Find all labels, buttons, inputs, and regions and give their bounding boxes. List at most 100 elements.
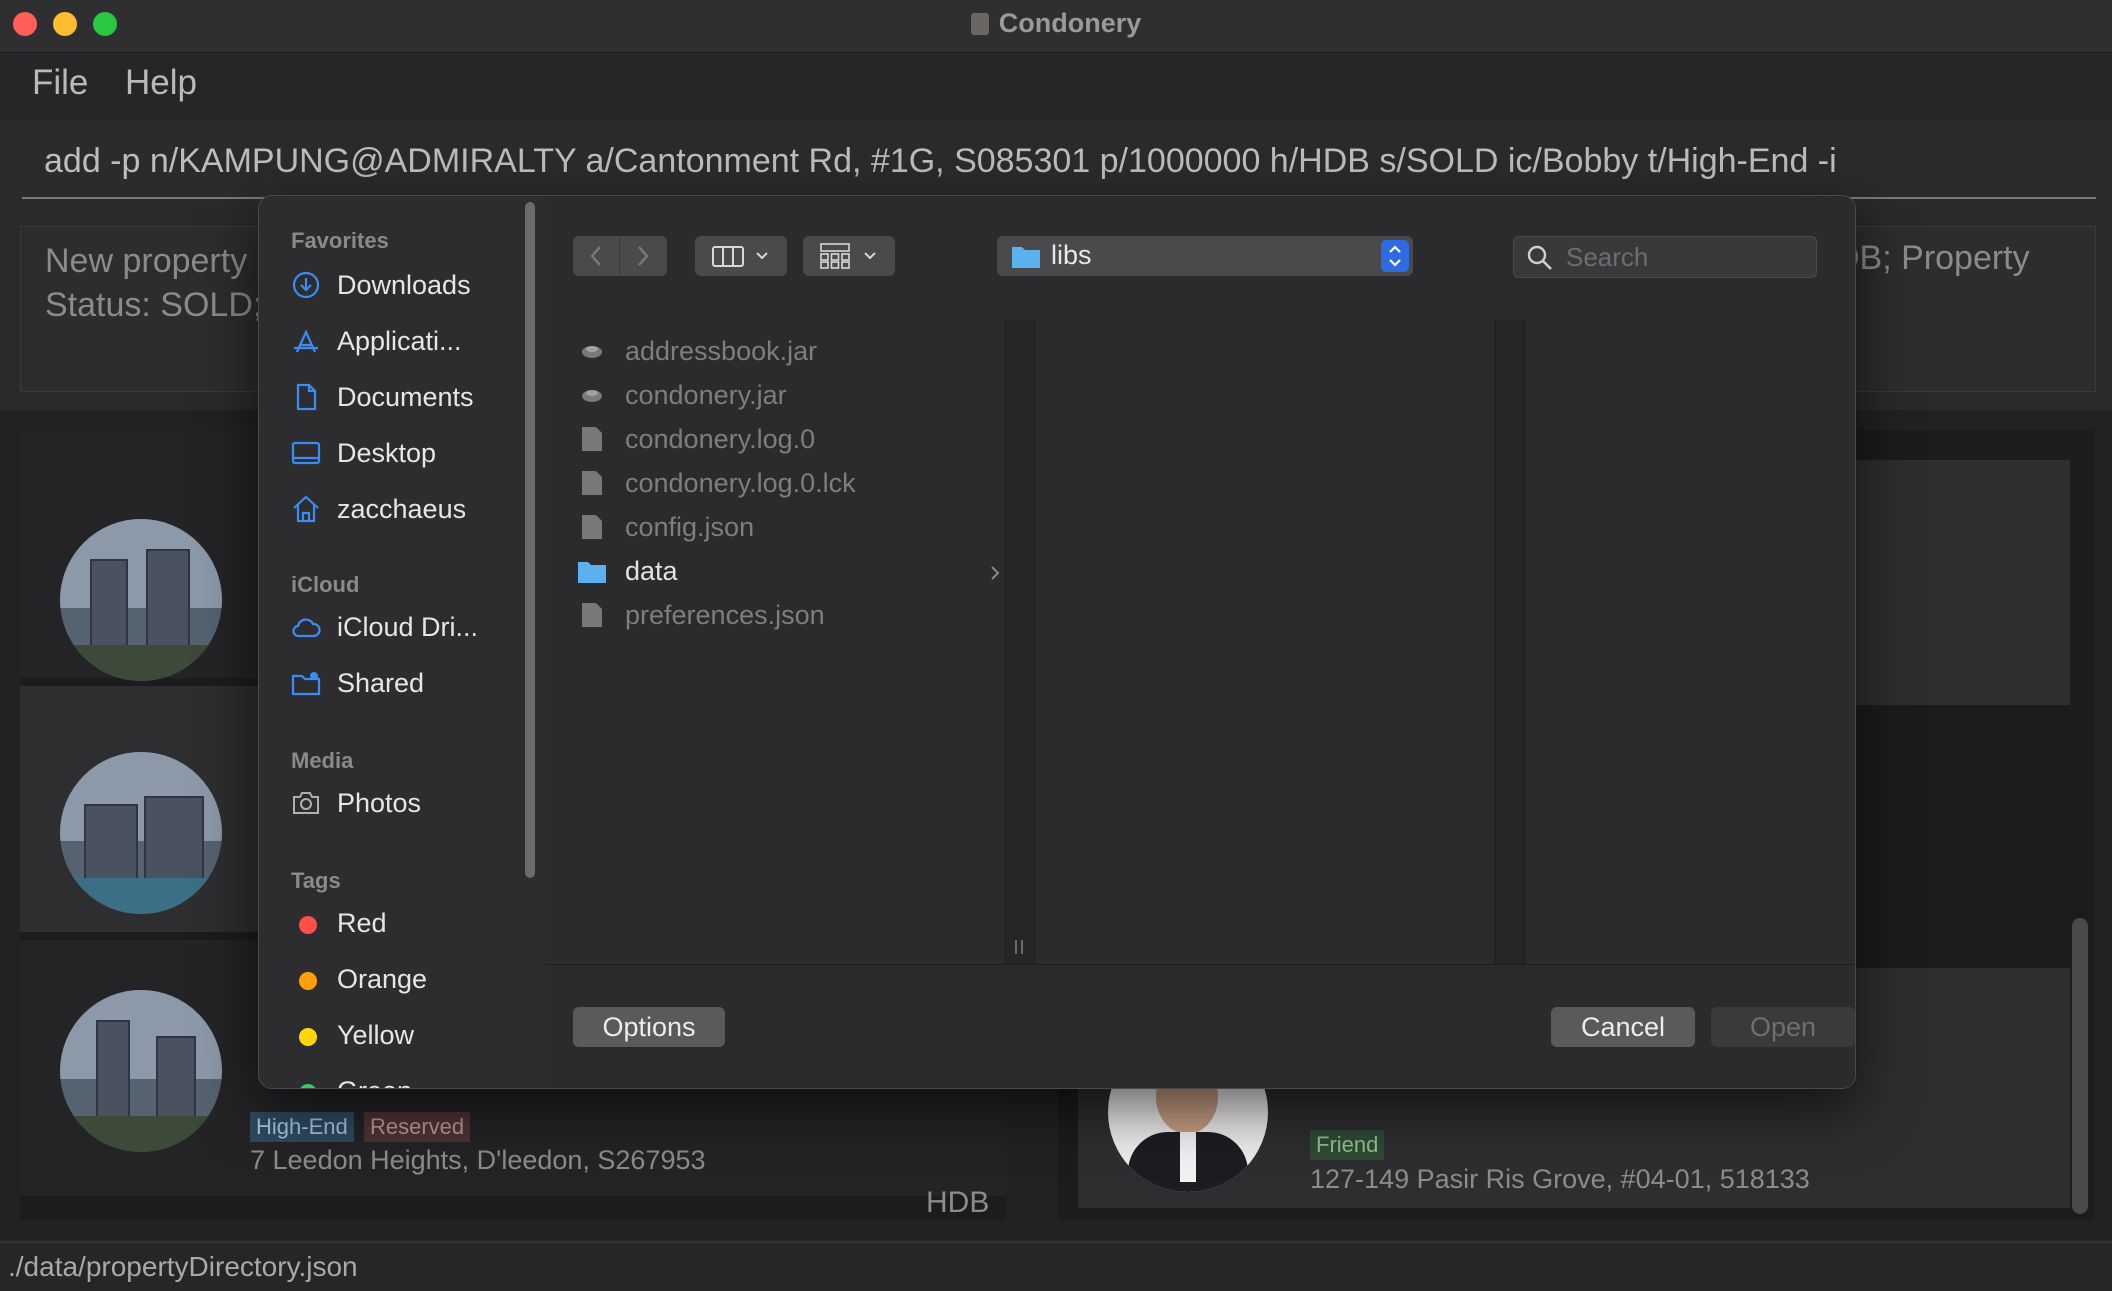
dialog-toolbar: libs Search — [545, 196, 1855, 321]
file-row-folder[interactable]: data — [569, 552, 1015, 592]
file-name: data — [625, 556, 678, 586]
property-address: 7 Leedon Heights, D'leedon, S267953 — [250, 1145, 706, 1175]
dialog-footer: Options Cancel Open — [545, 964, 1855, 1088]
search-field[interactable]: Search — [1513, 236, 1817, 278]
sidebar-item-downloads[interactable]: Downloads — [291, 266, 537, 306]
sidebar-item-label: Orange — [337, 964, 428, 994]
sidebar-item-photos[interactable]: Photos — [291, 784, 537, 824]
search-placeholder: Search — [1566, 242, 1649, 272]
sidebar-item-label: Documents — [337, 382, 474, 412]
file-name: condonery.log.0 — [625, 424, 816, 454]
columns-view-icon — [712, 246, 768, 267]
dialog-sidebar: Favorites Downloads Applicati... Documen… — [259, 196, 546, 1088]
sidebar-tag-yellow[interactable]: Yellow — [291, 1016, 537, 1056]
sidebar-scrollbar[interactable] — [525, 202, 535, 878]
client-address: 127-149 Pasir Ris Grove, #04-01, 518133 — [1310, 1164, 1810, 1194]
tag-reserved: Reserved — [364, 1112, 471, 1142]
sidebar-item-label: Downloads — [337, 270, 471, 300]
menu-help[interactable]: Help — [125, 63, 197, 103]
status-bar: ./data/propertyDirectory.json — [0, 1242, 2112, 1291]
red-tag-dot-icon — [299, 916, 317, 934]
file-name: addressbook.jar — [625, 336, 818, 366]
location-label: libs — [1051, 240, 1092, 270]
cloud-icon — [292, 618, 321, 638]
app-document-icon — [970, 13, 989, 35]
chevron-left-icon — [590, 246, 601, 266]
client-list-scrollbar[interactable] — [2072, 918, 2088, 1214]
tag-high-end: High-End — [250, 1112, 354, 1142]
sidebar-item-label: Shared — [337, 668, 425, 698]
sidebar-item-shared[interactable]: Shared — [291, 664, 537, 704]
file-row[interactable]: condonery.log.0.lck — [569, 464, 1015, 504]
jar-file-icon — [582, 346, 602, 358]
command-input[interactable]: add -p n/KAMPUNG@ADMIRALTY a/Cantonment … — [44, 142, 1837, 181]
file-row[interactable]: condonery.jar — [569, 376, 1015, 416]
chevron-right-icon — [991, 566, 1000, 580]
downloads-icon — [292, 271, 320, 299]
title-bar: Condonery — [0, 0, 2112, 53]
sidebar-item-label: Applicati... — [337, 326, 462, 356]
file-browser: addressbook.jar condonery.jar condonery.… — [545, 320, 1855, 964]
sidebar-item-label: zacchaeus — [337, 494, 467, 524]
tag-friend: Friend — [1310, 1130, 1385, 1160]
file-row[interactable]: condonery.log.0 — [569, 420, 1015, 460]
window-title-text: Condonery — [998, 8, 1142, 38]
chevron-right-icon — [638, 246, 649, 266]
sidebar-item-applications[interactable]: Applicati... — [291, 322, 537, 362]
file-name: config.json — [625, 512, 755, 542]
view-mode-button[interactable] — [695, 236, 787, 276]
grid-group-icon — [820, 243, 876, 269]
result-line1-right: DB; Property — [1835, 239, 2030, 277]
yellow-tag-dot-icon — [299, 1028, 317, 1046]
document-file-icon — [582, 603, 602, 627]
favorites-header: Favorites — [291, 228, 389, 253]
result-line1-left: New property a — [45, 242, 276, 280]
group-button[interactable] — [803, 236, 895, 276]
document-icon — [296, 383, 317, 411]
file-row[interactable]: addressbook.jar — [569, 332, 1015, 372]
forward-button[interactable] — [620, 236, 667, 276]
desktop-icon — [291, 441, 321, 465]
sidebar-tag-green[interactable]: Green — [291, 1072, 537, 1088]
sidebar-item-label: Desktop — [337, 438, 437, 468]
command-box[interactable]: add -p n/KAMPUNG@ADMIRALTY a/Cantonment … — [0, 119, 2112, 203]
sidebar-item-home[interactable]: zacchaeus — [291, 490, 537, 530]
location-popup[interactable]: libs — [997, 236, 1413, 276]
document-file-icon — [582, 515, 602, 539]
shared-folder-icon — [291, 672, 321, 696]
result-text: New property a Status: SOLD; — [45, 239, 276, 327]
sidebar-item-label: Photos — [337, 788, 422, 818]
options-button[interactable]: Options — [573, 1007, 725, 1047]
file-row[interactable]: preferences.json — [569, 596, 1015, 636]
sidebar-item-documents[interactable]: Documents — [291, 378, 537, 418]
open-button[interactable]: Open — [1711, 1007, 1855, 1047]
folder-icon — [578, 562, 606, 583]
file-name: condonery.jar — [625, 380, 787, 410]
sidebar-item-label: Green — [337, 1076, 412, 1088]
camera-icon — [293, 792, 319, 814]
jar-file-icon — [582, 390, 602, 402]
sidebar-tag-orange[interactable]: Orange — [291, 960, 537, 1000]
green-tag-dot-icon — [299, 1084, 317, 1088]
property-photo — [60, 990, 222, 1152]
window-title: Condonery — [0, 8, 2112, 39]
sidebar-item-desktop[interactable]: Desktop — [291, 434, 537, 474]
property-photo — [60, 752, 222, 914]
search-icon — [1527, 245, 1552, 270]
sidebar-tag-red[interactable]: Red — [291, 904, 537, 944]
column-divider[interactable] — [1005, 320, 1035, 964]
column-divider[interactable] — [1495, 320, 1525, 964]
property-photo — [60, 519, 222, 681]
document-file-icon — [582, 427, 602, 451]
tags-header: Tags — [291, 868, 341, 893]
home-icon — [293, 495, 319, 523]
sidebar-item-icloud-drive[interactable]: iCloud Dri... — [291, 608, 537, 648]
open-file-dialog: Favorites Downloads Applicati... Documen… — [258, 195, 1856, 1089]
save-location: ./data/propertyDirectory.json — [8, 1251, 358, 1282]
cancel-button[interactable]: Cancel — [1551, 1007, 1695, 1047]
file-row[interactable]: config.json — [569, 508, 1015, 548]
orange-tag-dot-icon — [299, 972, 317, 990]
back-button[interactable] — [573, 236, 620, 276]
file-name: condonery.log.0.lck — [625, 468, 856, 498]
menu-file[interactable]: File — [32, 63, 88, 103]
